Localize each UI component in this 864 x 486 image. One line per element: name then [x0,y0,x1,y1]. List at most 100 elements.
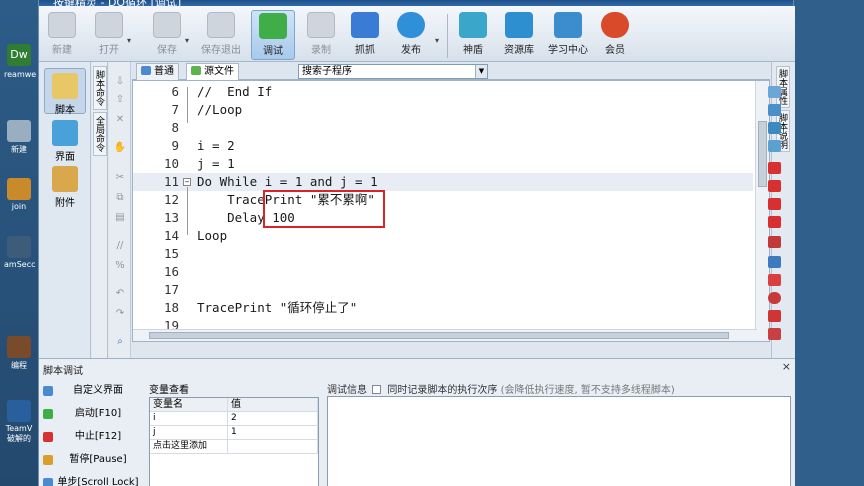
dll-icon[interactable] [768,198,781,210]
stop-button[interactable]: 中止[F12] [41,427,143,447]
editor-horizontal-scrollbar[interactable] [133,329,757,341]
dll-icon[interactable] [768,216,781,228]
desktop-icon-join[interactable]: join [4,178,34,211]
right-icon-column [763,86,783,358]
start-button[interactable]: 启动[F10] [41,404,143,424]
shield-button-label: 神盾 [463,45,483,56]
attachment-icon [52,166,78,192]
desktop-icon-dreamweaver[interactable]: reamwe [4,70,36,79]
line-number: 9 [171,138,179,153]
publish-dropdown-icon[interactable]: ▾ [435,36,439,45]
nav-item-interface[interactable]: 界面 [44,116,86,163]
desktop-icon-programming[interactable]: 编程 [4,336,34,371]
save-button-label: 保存 [157,45,177,56]
column-header-name[interactable]: 变量名 [150,398,228,412]
uncomment-icon[interactable]: % [113,260,127,272]
variable-name-cell[interactable]: i [150,412,228,426]
arrow-down-icon[interactable]: ⇩ [113,76,127,88]
desktop-icon-label: amSecc [4,260,36,269]
open-button[interactable]: 打开 [89,10,129,60]
shield-icon [459,12,487,38]
arrow-up-icon[interactable]: ⇧ [113,94,127,106]
save-exit-button-label: 保存退出 [201,45,241,56]
left-nav: 脚本 界面 附件 [39,62,91,358]
tool-icon[interactable] [768,328,781,340]
variable-name-cell[interactable]: j [150,426,228,440]
record-button[interactable]: 录制 [301,10,341,60]
pause-button[interactable]: 暂停[Pause] [41,450,143,470]
redo-icon[interactable]: ↷ [113,308,127,320]
tab-source[interactable]: 源文件 [186,63,239,80]
capture-button[interactable]: 抓抓 [345,10,385,60]
image-icon[interactable] [768,122,781,134]
custom-ui-button[interactable]: 自定义界面 [41,381,143,401]
cut-icon[interactable]: ✂ [113,172,127,184]
delete-icon[interactable]: ✕ [113,114,127,126]
variable-value-cell[interactable]: 2 [228,412,318,426]
desktop-icon-new[interactable]: 新建 [4,120,34,155]
record-icon [307,12,335,38]
save-exit-button[interactable]: 保存退出 [197,10,245,60]
tab-global-commands[interactable]: 全局命令 [93,112,107,156]
fold-guide [187,87,188,123]
properties-icon[interactable] [768,86,781,98]
line-number: 18 [163,300,179,315]
plugin-icon[interactable] [768,140,781,152]
member-button[interactable]: 会员 [597,10,633,60]
tab-normal[interactable]: 普通 [136,63,179,80]
step-icon [43,478,53,486]
nav-item-attachment[interactable]: 附件 [44,162,86,209]
hand-icon[interactable]: ✋ [113,142,127,154]
fold-collapse-icon[interactable]: − [183,178,191,186]
line-text: j = 1 [197,156,235,171]
main-toolbar: 新建 打开 ▾ 保存 ▾ 保存退出 调试 录制 抓抓 发布 ▾ 神盾 资源库 学… [39,6,795,62]
undo-icon[interactable]: ↶ [113,288,127,300]
comment-icon[interactable]: // [113,240,127,252]
paste-icon[interactable]: ▤ [113,212,127,224]
chevron-down-icon[interactable]: ▼ [475,65,487,78]
copy-icon[interactable]: ⧉ [113,192,127,204]
line-number: 8 [171,120,179,135]
desktop-icon-dw[interactable]: Dw [4,44,34,68]
window-icon[interactable] [768,104,781,116]
line-number: 11 [163,174,179,189]
desktop-icon-amsecc[interactable]: amSecc [4,236,36,269]
user-icon[interactable] [768,256,781,268]
column-header-value[interactable]: 值 [228,398,318,412]
shield-button[interactable]: 神盾 [453,10,493,60]
resources-button[interactable]: 资源库 [497,10,541,60]
empty-value-cell[interactable] [228,440,318,454]
scrollbar-thumb[interactable] [149,332,729,339]
add-variable-row[interactable]: 点击这里添加 [150,440,228,454]
dll-icon[interactable] [768,162,781,174]
debug-button[interactable]: 调试 [251,10,295,60]
publish-button[interactable]: 发布 [391,10,431,60]
variable-value-cell[interactable]: 1 [228,426,318,440]
publish-button-label: 发布 [401,45,421,56]
step-button[interactable]: 单步[Scroll Lock] [41,473,143,486]
desktop-strip: Dw reamwe 新建 join amSecc 编程 TeamV 破解的 [0,0,38,486]
record-order-checkbox[interactable] [372,385,382,394]
save-dropdown-icon[interactable]: ▾ [185,36,189,45]
tab-script-commands[interactable]: 脚本命令 [93,66,107,110]
code-line: 10 j = 1 [133,155,753,173]
subroutine-search-combo[interactable]: 搜索子程序 ▼ [298,64,488,79]
code-editor[interactable]: 6 // End If 7 //Loop 8 9 i = 2 10 j = 1 11 Do… [132,80,770,342]
new-button[interactable]: 新建 [45,10,79,60]
gem-icon[interactable] [768,274,781,286]
desktop-icon-teamviewer[interactable]: TeamV 破解的 [4,400,34,444]
dll-icon[interactable] [768,180,781,192]
save-button[interactable]: 保存 [147,10,187,60]
custom-ui-icon [43,386,53,396]
close-icon[interactable]: × [782,360,791,373]
open-folder-icon [95,12,123,38]
nav-item-script[interactable]: 脚本 [44,68,86,116]
ring-icon[interactable] [768,292,781,304]
line-number: 12 [163,192,179,207]
learning-center-button[interactable]: 学习中心 [543,10,593,60]
code-line: 6 // End If [133,83,753,101]
stamp-icon[interactable] [768,310,781,322]
find-icon[interactable]: ⌕ [113,336,127,348]
cursor-icon[interactable] [768,236,781,248]
open-dropdown-icon[interactable]: ▾ [127,36,131,45]
